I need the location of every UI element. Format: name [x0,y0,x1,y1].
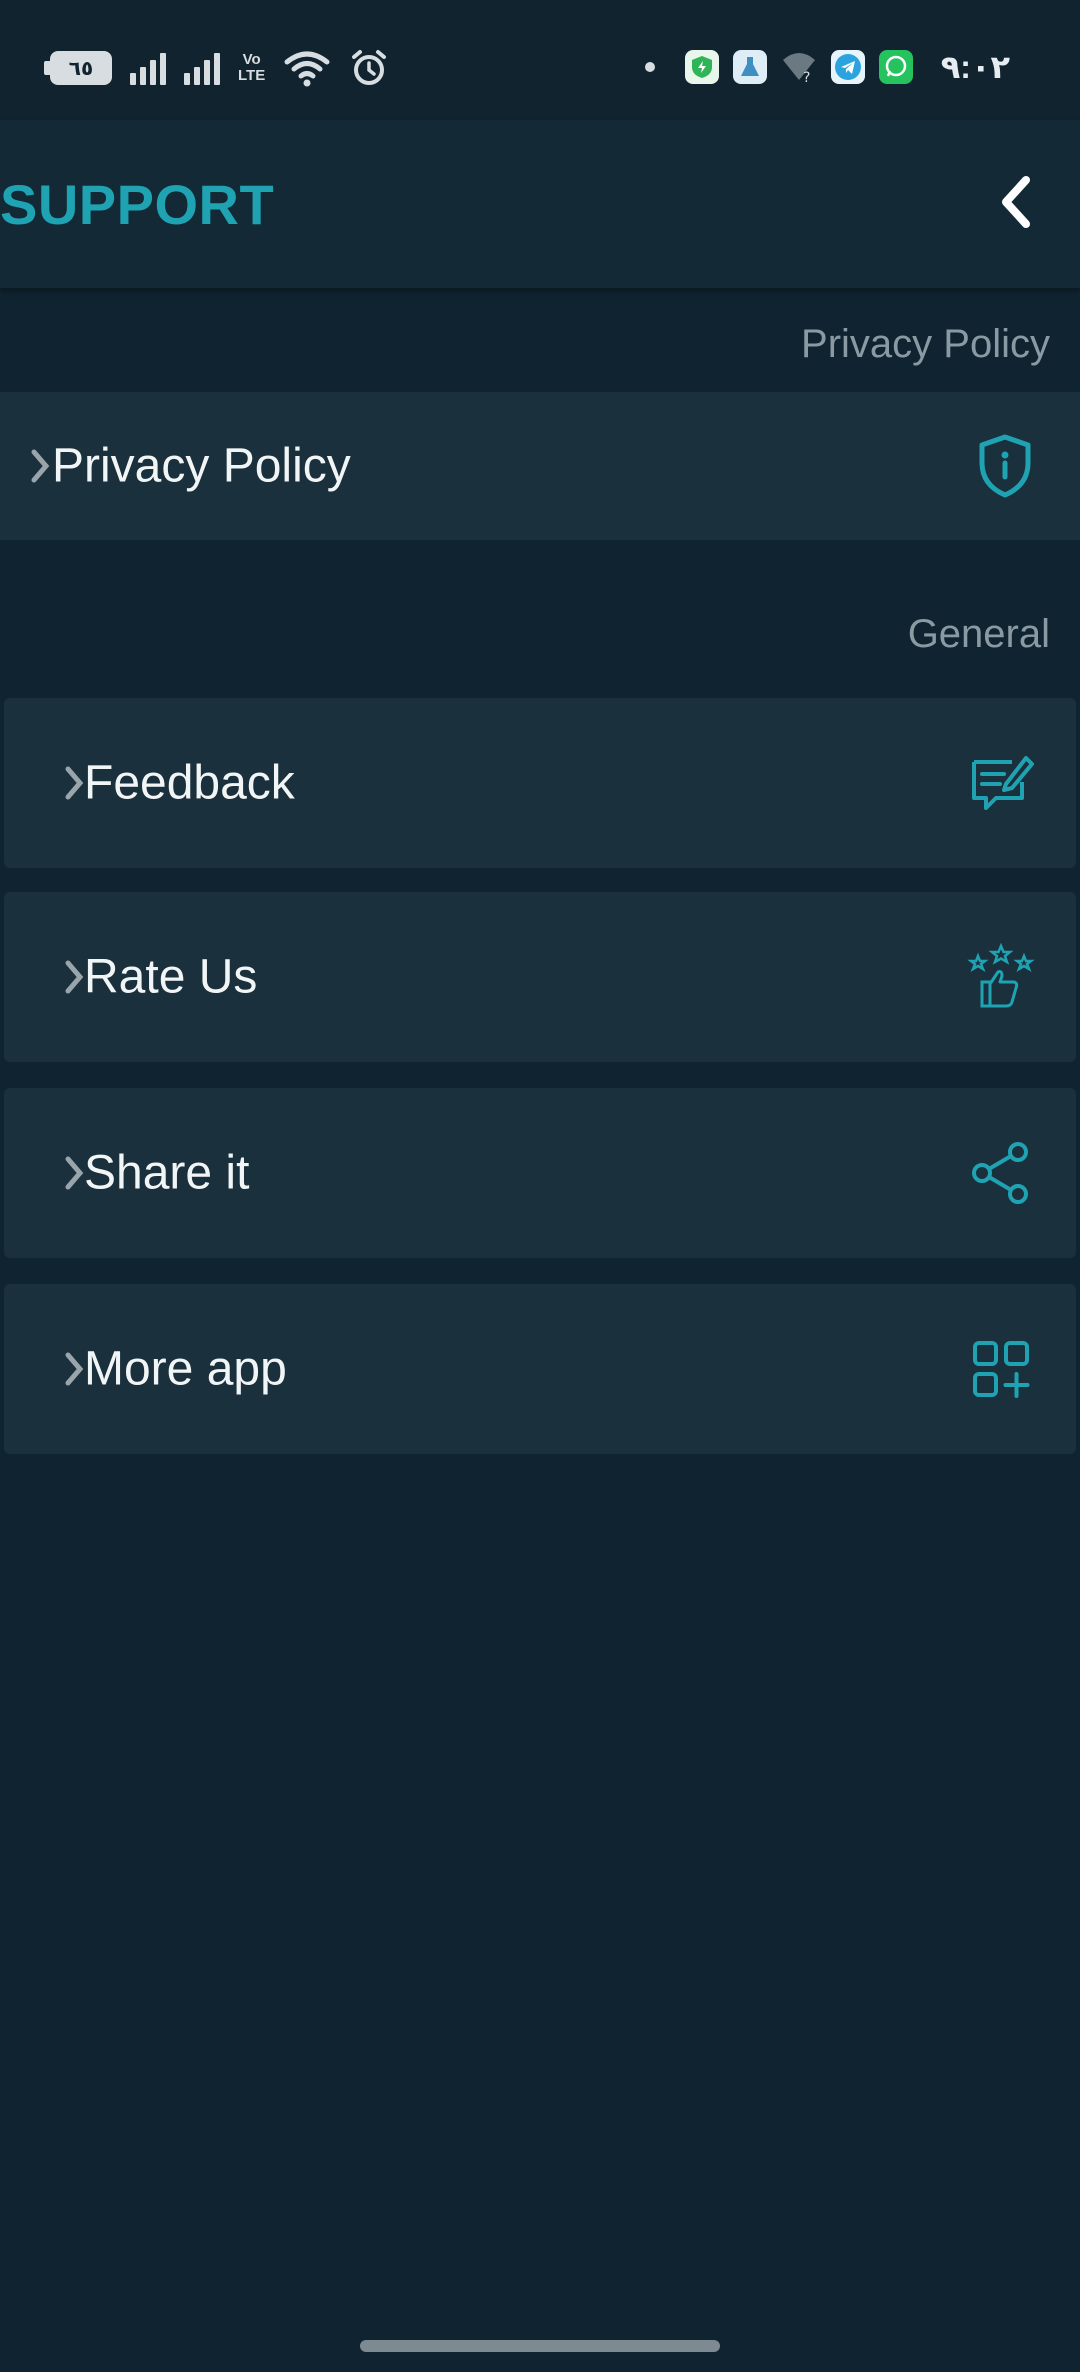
svg-text:?: ? [803,70,810,84]
clock: ٩:٠٢ [940,49,1010,85]
chevron-right-icon [65,766,84,800]
more-app-label: More app [84,1342,287,1396]
chevron-right-icon [65,1156,84,1190]
signal-icon-2 [184,51,220,85]
thumbs-up-stars-icon [967,942,1035,1008]
privacy-policy-label: Privacy Policy [52,439,351,493]
section-label-privacy: Privacy Policy [801,322,1050,366]
more-app-row[interactable]: More app [4,1284,1076,1454]
security-app-icon [684,50,719,84]
battery-level: ٦٥ [68,57,94,80]
status-bar: ٦٥ Vo LTE ? ٩:٠٢ [0,0,1080,120]
cleaner-app-icon [732,50,767,84]
feedback-label: Feedback [84,756,295,810]
chevron-left-icon [1002,176,1030,228]
chevron-right-icon [31,449,50,483]
rate-us-label: Rate Us [84,950,258,1004]
chevron-right-icon [65,960,84,994]
telegram-icon [830,50,865,84]
wifi-unknown-icon: ? [782,53,815,84]
rate-us-row[interactable]: Rate Us [4,892,1076,1062]
share-icon [972,1142,1028,1204]
back-button[interactable] [986,172,1046,232]
section-label-general: General [907,612,1050,656]
battery-icon: ٦٥ [44,51,112,85]
share-it-row[interactable]: Share it [4,1088,1076,1258]
volte-icon: Vo LTE [238,52,265,84]
signal-icon [130,51,166,85]
feedback-icon [972,756,1034,810]
shield-info-icon [979,434,1031,498]
chevron-right-icon [65,1352,84,1386]
app-bar: SUPPORT [0,120,1080,288]
volte-bottom: LTE [238,67,266,84]
feedback-row[interactable]: Feedback [4,698,1076,868]
volte-top: Vo [242,51,261,68]
apps-add-icon [973,1341,1030,1398]
whatsapp-icon [878,50,913,84]
home-indicator[interactable] [360,2340,720,2352]
wifi-icon [284,51,330,87]
page-title: SUPPORT [0,173,275,236]
alarm-icon [352,50,387,85]
notification-dot-icon [644,62,655,72]
privacy-policy-row[interactable]: Privacy Policy [0,392,1080,540]
share-it-label: Share it [84,1146,250,1200]
